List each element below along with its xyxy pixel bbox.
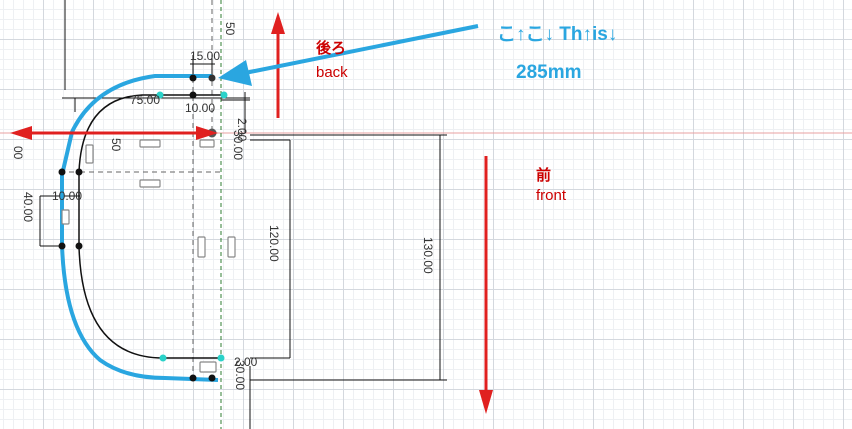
dim-130[interactable]: 130.00 xyxy=(421,237,435,274)
back-label-en: back xyxy=(316,64,348,81)
callout-value: 285mm xyxy=(516,62,582,83)
dim-10-left[interactable]: 10.00 xyxy=(52,189,82,203)
dim-50-b[interactable]: 50 xyxy=(109,138,123,152)
front-label-en: front xyxy=(536,187,567,204)
constraint-icons xyxy=(61,139,236,373)
callout-text: こ↑こ↓ Th↑is↓ xyxy=(497,24,618,45)
dim-10-top[interactable]: 10.00 xyxy=(185,101,215,115)
front-label-jp: 前 xyxy=(536,167,552,184)
front-arrow xyxy=(479,156,493,414)
dim-50-a[interactable]: 50 xyxy=(223,22,237,36)
dim-15[interactable]: 15.00 xyxy=(190,49,220,63)
outer-outline-stroke xyxy=(60,74,219,382)
back-label-jp: 後ろ xyxy=(316,40,347,57)
dim-00-left[interactable]: 00 xyxy=(11,146,25,160)
sketch-drawing: 15.00 75.00 10.00 2.00 50 50 00 10.00 40… xyxy=(0,0,852,429)
dim-40[interactable]: 40.00 xyxy=(21,192,35,222)
sketch-canvas[interactable]: 15.00 75.00 10.00 2.00 50 50 00 10.00 40… xyxy=(0,0,852,429)
dim-30-bottom[interactable]: 30.00 xyxy=(233,360,247,390)
sketch-points xyxy=(58,74,228,382)
dim-75[interactable]: 75.00 xyxy=(130,93,160,107)
callout-arrow xyxy=(218,24,479,86)
dim-30-right[interactable]: 30.00 xyxy=(231,130,245,160)
dim-120[interactable]: 120.00 xyxy=(267,225,281,262)
